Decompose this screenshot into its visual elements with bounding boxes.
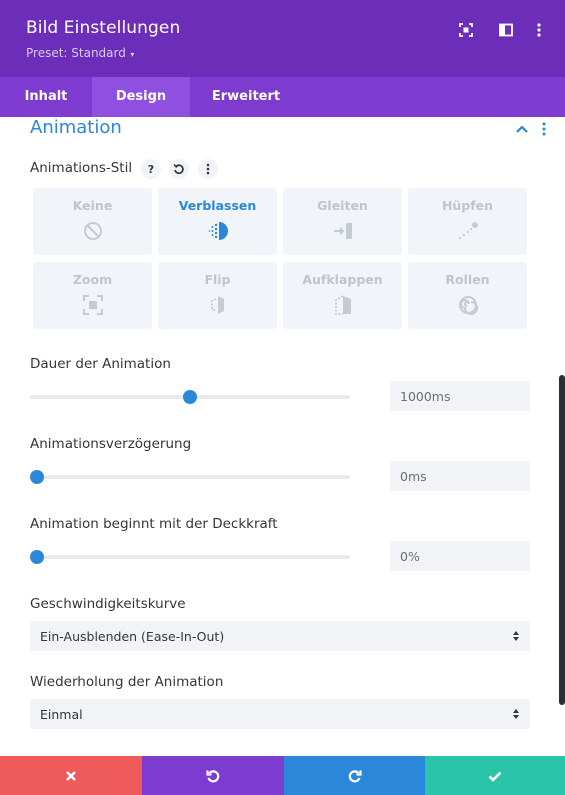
- fade-icon: [208, 222, 228, 240]
- style-option-fold[interactable]: Aufklappen: [283, 262, 402, 329]
- help-icon[interactable]: ?: [141, 159, 161, 179]
- none-icon: [83, 222, 102, 240]
- repeat-label: Wiederholung der Animation: [30, 674, 224, 690]
- cancel-button[interactable]: [0, 756, 142, 795]
- slider-thumb[interactable]: [30, 470, 44, 484]
- slider-thumb[interactable]: [183, 390, 197, 404]
- delay-label: Animationsverzögerung: [30, 436, 192, 452]
- field-options-icon[interactable]: [198, 159, 218, 179]
- reset-icon[interactable]: [169, 159, 189, 179]
- bounce-icon: [458, 222, 478, 240]
- tab-bar: Inhalt Design Erweitert: [0, 77, 565, 117]
- save-button[interactable]: [425, 756, 565, 795]
- duration-label: Dauer der Animation: [30, 356, 171, 372]
- repeat-select[interactable]: Einmal: [30, 699, 530, 729]
- undo-icon: [206, 769, 220, 782]
- preset-label: Preset: Standard: [26, 46, 126, 60]
- animation-style-label: Animations-Stil: [30, 160, 133, 176]
- chevron-up-icon[interactable]: [514, 121, 530, 135]
- style-option-label: Zoom: [72, 272, 113, 287]
- delay-input[interactable]: [390, 461, 530, 491]
- style-option-label: Verblassen: [178, 198, 257, 213]
- duration-input[interactable]: [390, 381, 530, 411]
- fold-icon: [334, 295, 351, 315]
- undo-button[interactable]: [142, 756, 284, 795]
- style-option-label: Rollen: [445, 272, 490, 287]
- style-option-none[interactable]: Keine: [33, 188, 152, 255]
- redo-icon: [348, 769, 362, 782]
- select-arrows-icon: [513, 709, 519, 719]
- delay-slider[interactable]: [30, 470, 350, 484]
- preset-selector[interactable]: Preset: Standard ▾: [26, 46, 134, 60]
- style-option-label: Flip: [204, 272, 231, 287]
- opacity-input[interactable]: [390, 541, 530, 571]
- slider-thumb[interactable]: [30, 550, 44, 564]
- section-options-icon[interactable]: [537, 121, 551, 137]
- scrollbar[interactable]: [559, 375, 565, 705]
- speed-curve-select[interactable]: Ein-Ausblenden (Ease-In-Out): [30, 621, 530, 651]
- style-option-label: Hüpfen: [441, 198, 494, 213]
- style-option-fade[interactable]: Verblassen: [158, 188, 277, 255]
- style-option-roll[interactable]: Rollen: [408, 262, 527, 329]
- style-option-flip[interactable]: Flip: [158, 262, 277, 329]
- zoom-icon: [82, 295, 103, 315]
- check-icon: [488, 771, 502, 782]
- style-option-label: Aufklappen: [302, 272, 383, 287]
- action-bar: [0, 756, 565, 795]
- style-option-slide[interactable]: Gleiten: [283, 188, 402, 255]
- select-value: Ein-Ausblenden (Ease-In-Out): [40, 629, 225, 644]
- fullscreen-icon[interactable]: [456, 20, 476, 40]
- section-title[interactable]: Animation: [30, 117, 122, 138]
- style-option-zoom[interactable]: Zoom: [33, 262, 152, 329]
- tab-content[interactable]: Inhalt: [0, 77, 92, 117]
- opacity-slider[interactable]: [30, 550, 350, 564]
- style-option-label: Keine: [72, 198, 113, 213]
- roll-icon: [458, 296, 478, 315]
- style-option-label: Gleiten: [317, 198, 368, 213]
- redo-button[interactable]: [284, 756, 425, 795]
- close-icon: [66, 770, 76, 781]
- flip-icon: [210, 296, 224, 314]
- speed-curve-label: Geschwindigkeitskurve: [30, 596, 186, 612]
- tab-design[interactable]: Design: [92, 77, 190, 117]
- opacity-label: Animation beginnt mit der Deckkraft: [30, 516, 278, 532]
- style-option-bounce[interactable]: Hüpfen: [408, 188, 527, 255]
- caret-down-icon: ▾: [127, 50, 135, 59]
- select-value: Einmal: [40, 707, 83, 722]
- slide-icon: [333, 223, 352, 239]
- modal-title: Bild Einstellungen: [26, 18, 181, 38]
- duration-slider[interactable]: [30, 390, 350, 404]
- more-options-icon[interactable]: [529, 20, 549, 40]
- sidebar-toggle-icon[interactable]: [496, 20, 516, 40]
- tab-advanced[interactable]: Erweitert: [190, 77, 302, 117]
- settings-header: Bild Einstellungen Preset: Standard ▾: [0, 0, 565, 77]
- select-arrows-icon: [513, 631, 519, 641]
